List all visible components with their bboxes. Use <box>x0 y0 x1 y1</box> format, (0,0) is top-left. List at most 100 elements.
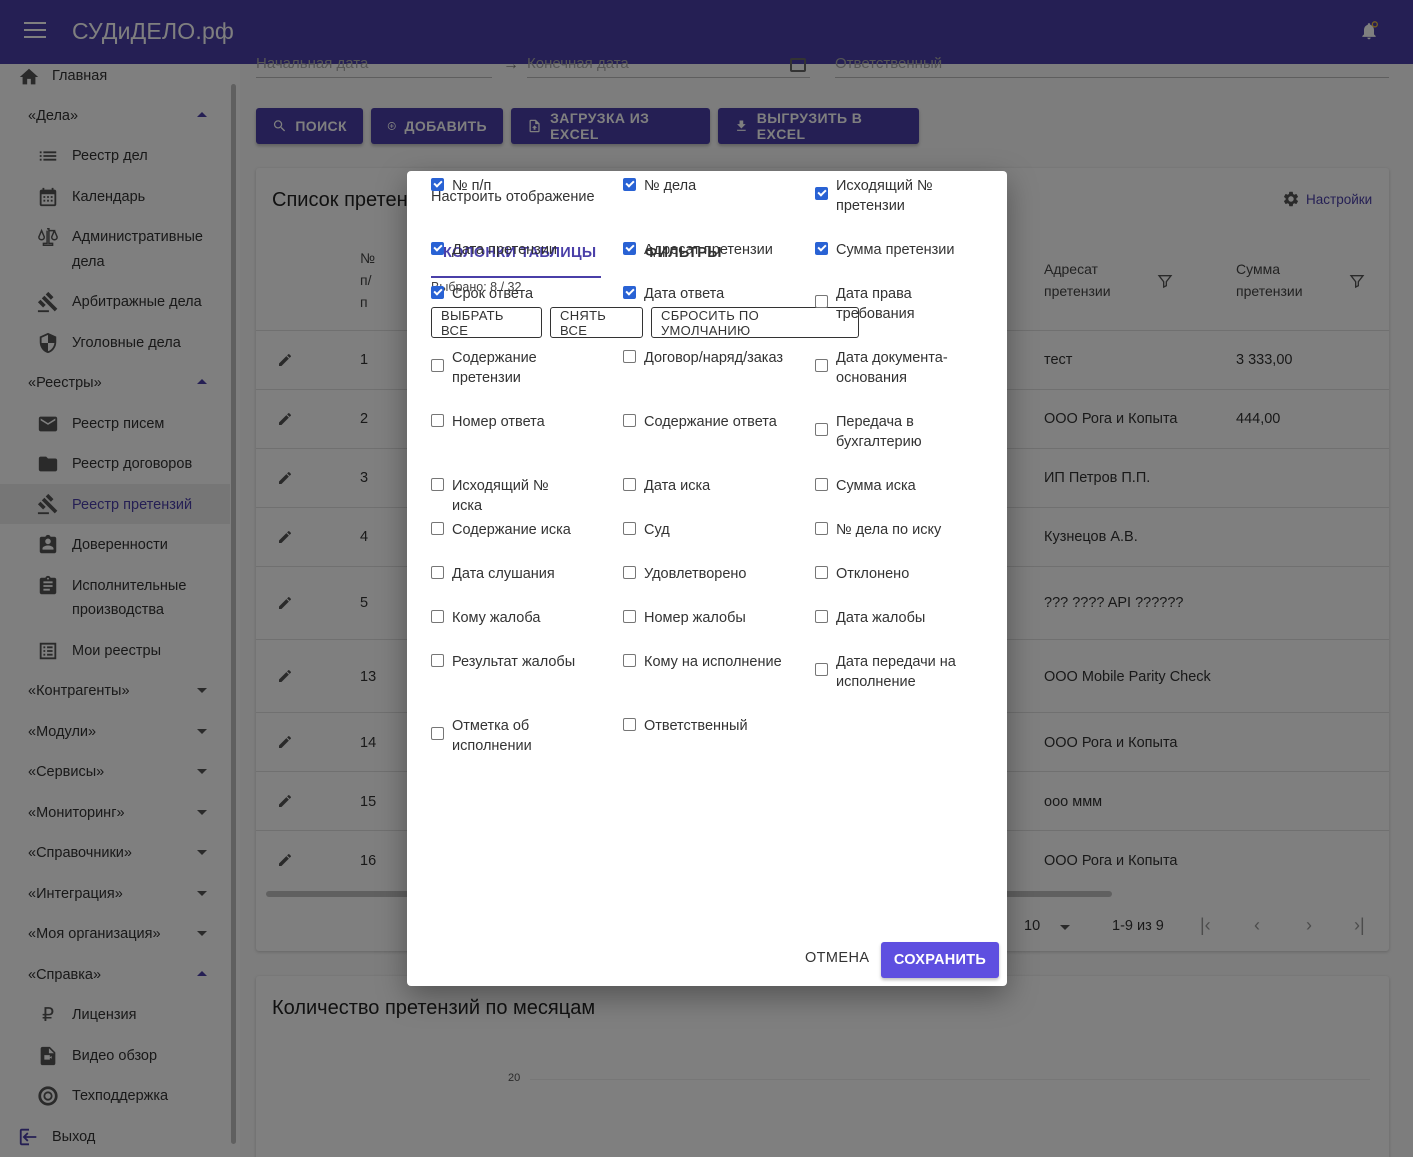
cancel-button[interactable]: ОТМЕНА <box>805 950 869 966</box>
tab-indicator <box>431 276 601 278</box>
checkbox-checked-icon[interactable] <box>623 286 636 299</box>
column-checkbox[interactable]: Исходящий № иска <box>431 476 581 516</box>
checkbox-unchecked-icon[interactable] <box>815 522 828 535</box>
column-checkbox-label: Исходящий № претензии <box>836 178 933 214</box>
checkbox-unchecked-icon[interactable] <box>623 414 636 427</box>
checkbox-unchecked-icon[interactable] <box>815 295 828 308</box>
column-checkbox-label: Срок ответа <box>452 286 534 302</box>
checkbox-unchecked-icon[interactable] <box>815 566 828 579</box>
deselect-all-button[interactable]: СНЯТЬ ВСЕ <box>550 307 643 338</box>
column-checkbox[interactable]: Номер жалобы <box>623 608 803 628</box>
checkbox-unchecked-icon[interactable] <box>431 566 444 579</box>
checkbox-unchecked-icon[interactable] <box>623 478 636 491</box>
column-checkbox[interactable]: Дата передачи на исполнение <box>815 652 985 692</box>
checkbox-unchecked-icon[interactable] <box>431 522 444 535</box>
checkbox-unchecked-icon[interactable] <box>815 478 828 491</box>
column-checkbox-label: № дела <box>644 178 697 194</box>
column-checkbox[interactable]: Отметка об исполнении <box>431 716 581 756</box>
column-checkbox-label: Номер ответа <box>452 414 545 430</box>
checkbox-unchecked-icon[interactable] <box>815 423 828 436</box>
column-checkbox-label: № дела по иску <box>836 522 942 538</box>
column-checkbox-label: Кому жалоба <box>452 610 541 626</box>
column-checkbox[interactable]: Дата жалобы <box>815 608 985 628</box>
column-checkbox-label: Суд <box>644 522 670 538</box>
checkbox-unchecked-icon[interactable] <box>431 414 444 427</box>
checkbox-checked-icon[interactable] <box>431 286 444 299</box>
column-checkbox-label: Дата слушания <box>452 566 555 582</box>
column-checkbox-label: № п/п <box>452 178 492 194</box>
column-checkbox-label: Сумма иска <box>836 478 916 494</box>
checkbox-unchecked-icon[interactable] <box>431 727 444 740</box>
column-checkbox-label: Отметка об исполнении <box>452 718 532 754</box>
column-checkbox-label: Дата документа-основания <box>836 350 948 386</box>
column-checkbox[interactable]: Кому на исполнение <box>623 652 803 672</box>
column-checkbox-label: Адресат претензии <box>644 242 773 258</box>
column-checkbox-label: Дата права требования <box>836 286 915 322</box>
column-checkbox-label: Содержание иска <box>452 522 571 538</box>
column-checkbox[interactable]: Результат жалобы <box>431 652 581 672</box>
column-checkbox-label: Передача в бухгалтерию <box>836 414 922 450</box>
column-checkbox-label: Содержание ответа <box>644 414 777 430</box>
column-checkbox[interactable]: № дела по иску <box>815 520 985 540</box>
column-checkbox-label: Содержание претензии <box>452 350 537 386</box>
column-checkbox[interactable]: Дата права требования <box>815 284 985 324</box>
column-checkbox[interactable]: Адресат претензии <box>623 240 803 260</box>
checkbox-checked-icon[interactable] <box>623 178 636 191</box>
column-checkbox[interactable]: Дата иска <box>623 476 803 496</box>
column-checkbox[interactable]: Срок ответа <box>431 284 581 304</box>
column-checkbox[interactable]: Дата претензии <box>431 240 581 260</box>
column-checkbox[interactable]: Содержание ответа <box>623 412 803 432</box>
column-checkbox[interactable]: Договор/наряд/заказ <box>623 348 803 368</box>
column-checkbox-label: Отклонено <box>836 566 910 582</box>
column-checkbox[interactable]: Передача в бухгалтерию <box>815 412 985 452</box>
column-checkbox-label: Исходящий № иска <box>452 478 549 514</box>
column-checkbox-label: Дата претензии <box>452 242 558 258</box>
checkbox-unchecked-icon[interactable] <box>623 610 636 623</box>
select-all-button[interactable]: ВЫБРАТЬ ВСЕ <box>431 307 542 338</box>
checkbox-checked-icon[interactable] <box>431 178 444 191</box>
checkbox-unchecked-icon[interactable] <box>623 718 636 731</box>
save-button[interactable]: СОХРАНИТЬ <box>881 942 999 978</box>
column-checkbox[interactable]: Дата слушания <box>431 564 581 584</box>
column-checkbox[interactable]: Сумма претензии <box>815 240 985 260</box>
checkbox-checked-icon[interactable] <box>431 242 444 255</box>
checkbox-unchecked-icon[interactable] <box>815 610 828 623</box>
column-checkbox[interactable]: Дата документа-основания <box>815 348 985 388</box>
column-checkbox[interactable]: № дела <box>623 176 803 196</box>
column-checkbox[interactable]: Ответственный <box>623 716 803 736</box>
checkbox-checked-icon[interactable] <box>815 187 828 200</box>
display-settings-dialog: Настроить отображение КОЛОНКИ ТАБЛИЦЫ ФИ… <box>407 171 1007 986</box>
column-checkbox[interactable]: Дата ответа <box>623 284 803 304</box>
column-checkbox[interactable]: № п/п <box>431 176 581 196</box>
column-checkbox-label: Кому на исполнение <box>644 654 782 670</box>
checkbox-unchecked-icon[interactable] <box>431 359 444 372</box>
column-checkbox-label: Результат жалобы <box>452 654 576 670</box>
column-checkbox-label: Ответственный <box>644 718 748 734</box>
column-checkbox-label: Дата иска <box>644 478 711 494</box>
checkbox-unchecked-icon[interactable] <box>623 566 636 579</box>
column-checkbox-label: Сумма претензии <box>836 242 955 258</box>
column-checkbox[interactable]: Исходящий № претензии <box>815 176 985 216</box>
column-checkbox[interactable]: Номер ответа <box>431 412 581 432</box>
checkbox-checked-icon[interactable] <box>815 242 828 255</box>
column-checkbox[interactable]: Содержание иска <box>431 520 581 540</box>
column-checkbox[interactable]: Содержание претензии <box>431 348 581 388</box>
column-checkbox[interactable]: Отклонено <box>815 564 985 584</box>
checkbox-unchecked-icon[interactable] <box>623 654 636 667</box>
checkbox-unchecked-icon[interactable] <box>815 359 828 372</box>
checkbox-unchecked-icon[interactable] <box>431 478 444 491</box>
checkbox-unchecked-icon[interactable] <box>431 654 444 667</box>
column-checkbox[interactable]: Суд <box>623 520 803 540</box>
column-checkbox[interactable]: Кому жалоба <box>431 608 581 628</box>
checkbox-checked-icon[interactable] <box>623 242 636 255</box>
column-checkbox[interactable]: Сумма иска <box>815 476 985 496</box>
column-checkbox-label: Удовлетворено <box>644 566 747 582</box>
column-checkbox-label: Номер жалобы <box>644 610 746 626</box>
column-checkbox-label: Договор/наряд/заказ <box>644 350 784 366</box>
column-checkbox[interactable]: Удовлетворено <box>623 564 803 584</box>
checkbox-unchecked-icon[interactable] <box>623 522 636 535</box>
checkbox-unchecked-icon[interactable] <box>431 610 444 623</box>
checkbox-unchecked-icon[interactable] <box>623 350 636 363</box>
column-checkbox-label: Дата ответа <box>644 286 725 302</box>
checkbox-unchecked-icon[interactable] <box>815 663 828 676</box>
